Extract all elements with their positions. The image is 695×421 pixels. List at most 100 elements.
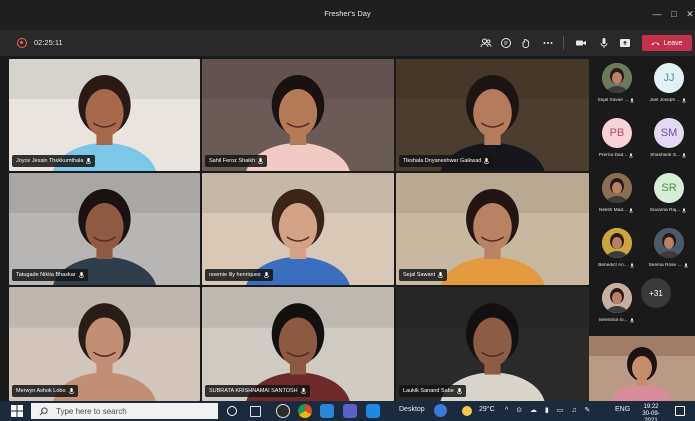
roster-participant[interactable]: SR Suvarna Raj... <box>643 169 693 219</box>
microphone-icon <box>456 387 462 395</box>
meeting-toolbar: 02:25:11 Leave <box>0 30 695 56</box>
avatar-photo <box>602 283 632 313</box>
avatar-initials: JJ <box>663 72 675 84</box>
more-options-icon[interactable] <box>540 35 556 51</box>
video-tile[interactable]: SUBRATA KRISHNAMAI SANTOSH <box>202 287 394 401</box>
video-tile[interactable]: Sahil Feroz Shaikh <box>202 59 394 171</box>
microphone-icon <box>78 271 84 279</box>
avatar <box>602 63 632 93</box>
participant-name: Sahil Feroz Shaikh <box>209 158 256 164</box>
meeting-timer: 02:25:11 <box>34 38 63 47</box>
microphone-icon <box>438 271 444 279</box>
avatar: JJ <box>654 63 684 93</box>
roster-name-row: Shashank S... <box>643 153 693 159</box>
self-video-preview <box>589 336 695 401</box>
participant-video <box>396 287 589 401</box>
roster-name-row: Benedict An... <box>591 263 641 269</box>
roster-name-row: Nilesh Mad... <box>591 208 641 214</box>
leave-button[interactable]: Leave <box>642 35 692 51</box>
participants-icon[interactable] <box>478 35 494 51</box>
microphone-icon <box>629 318 634 323</box>
reactions-icon[interactable] <box>518 35 534 51</box>
help-icon[interactable] <box>434 404 447 417</box>
recording-icon <box>17 38 27 48</box>
video-tile[interactable]: Laukik Sanand Sabe <box>396 287 589 401</box>
clock-time: 19:22 <box>643 404 659 410</box>
participant-name-tag: SUBRATA KRISHNAMAI SANTOSH <box>205 385 310 397</box>
video-tile[interactable]: Merwyn Ashok Lobo <box>9 287 200 401</box>
roster-name: Seema Rose ... <box>648 263 682 268</box>
roster-name: Selestina to... <box>598 318 628 323</box>
search-icon <box>39 406 48 415</box>
temperature[interactable]: 29°C <box>479 406 495 413</box>
maximize-icon[interactable]: □ <box>666 6 682 22</box>
desktop-label[interactable]: Desktop <box>399 406 425 413</box>
notifications-icon[interactable] <box>675 406 685 416</box>
cortana-icon[interactable] <box>227 406 237 416</box>
roster-name: Prerna Dad... <box>598 153 628 158</box>
app-icon-1[interactable] <box>276 404 290 418</box>
roster-participant[interactable]: Benedict An... <box>591 224 641 274</box>
video-tile[interactable]: Tikshala Dnyaneshwar Gaikwad <box>396 59 589 171</box>
video-tile[interactable]: noemie lily henriques <box>202 173 394 285</box>
roster-participant[interactable]: Seema Rose ... <box>643 224 693 274</box>
microphone-icon <box>300 387 306 395</box>
roster-participant[interactable]: PB Prerna Dad... <box>591 114 641 164</box>
chrome-icon[interactable] <box>298 404 312 418</box>
roster-participant[interactable]: JJ Joel Joseph ... <box>643 59 693 109</box>
roster-participant[interactable]: SM Shashank S... <box>643 114 693 164</box>
windows-start-icon[interactable] <box>11 405 23 417</box>
avatar-photo <box>602 173 632 203</box>
avatar-initials: PB <box>609 127 625 139</box>
video-tile[interactable]: Tatugade Nikita Bhaskar <box>9 173 200 285</box>
window-title: Fresher's Day <box>324 9 371 18</box>
taskbar-clock[interactable]: 19:22 30-09-2021 <box>637 404 665 421</box>
close-icon[interactable]: ✕ <box>682 6 695 22</box>
weather-icon <box>462 406 472 416</box>
roster-participant[interactable]: Nilesh Mad... <box>591 169 641 219</box>
participant-name: SUBRATA KRISHNAMAI SANTOSH <box>209 388 298 394</box>
participant-name-tag: Tikshala Dnyaneshwar Gaikwad <box>399 155 494 167</box>
participant-video <box>9 287 200 401</box>
participant-name: Laukik Sanand Sabe <box>403 388 454 394</box>
avatar-photo <box>602 63 632 93</box>
roster-name: Benedict An... <box>598 263 628 268</box>
microphone-icon[interactable] <box>596 35 612 51</box>
participant-name-tag: Joyce Jessin Thekkumthala <box>12 155 96 167</box>
phone-hangup-icon <box>651 41 661 45</box>
roster-name-row: Suvarna Raj... <box>643 208 693 214</box>
microphone-icon <box>258 157 264 165</box>
roster-name: Joel Joseph ... <box>649 98 681 103</box>
participant-name-tag: Sejal Sawant <box>399 269 448 281</box>
chat-icon[interactable] <box>498 35 514 51</box>
participant-name-tag: Laukik Sanand Sabe <box>399 385 466 397</box>
participant-video <box>202 287 394 401</box>
avatar-initials: SR <box>661 182 677 194</box>
share-screen-icon[interactable] <box>617 35 633 51</box>
microphone-icon <box>86 157 92 165</box>
participant-name: Sejal Sawant <box>403 272 436 278</box>
roster-name: Nilesh Mad... <box>599 208 627 213</box>
participant-name-tag: Tatugade Nikita Bhaskar <box>12 269 88 281</box>
task-view-icon[interactable] <box>250 406 261 417</box>
microphone-icon <box>683 263 688 268</box>
video-tile[interactable]: Joyce Jessin Thekkumthala <box>9 59 200 171</box>
camera-icon[interactable] <box>573 35 589 51</box>
title-bar: Fresher's Day — □ ✕ <box>0 0 695 30</box>
system-tray-icons[interactable]: ^ ⊙ ☁ ▮ ▭ ♫ ✎ <box>505 406 593 414</box>
microphone-icon <box>682 98 687 103</box>
more-participants-button[interactable]: +31 <box>641 278 671 308</box>
minimize-icon[interactable]: — <box>649 6 665 22</box>
microphone-icon <box>682 208 687 213</box>
taskbar-search-box[interactable]: Type here to search <box>31 403 218 419</box>
teams-icon[interactable] <box>343 404 357 418</box>
clock-date: 30-09-2021 <box>642 411 660 421</box>
video-tile[interactable]: Sejal Sawant <box>396 173 589 285</box>
avatar: SM <box>654 118 684 148</box>
language-indicator[interactable]: ENG <box>615 406 630 413</box>
app-icon-3[interactable] <box>366 404 380 418</box>
roster-participant[interactable]: Sejal Xavier ... <box>591 59 641 109</box>
app-icon-2[interactable] <box>320 404 334 418</box>
roster-participant[interactable]: Selestina to... <box>591 279 641 329</box>
participant-name: Tatugade Nikita Bhaskar <box>16 272 76 278</box>
